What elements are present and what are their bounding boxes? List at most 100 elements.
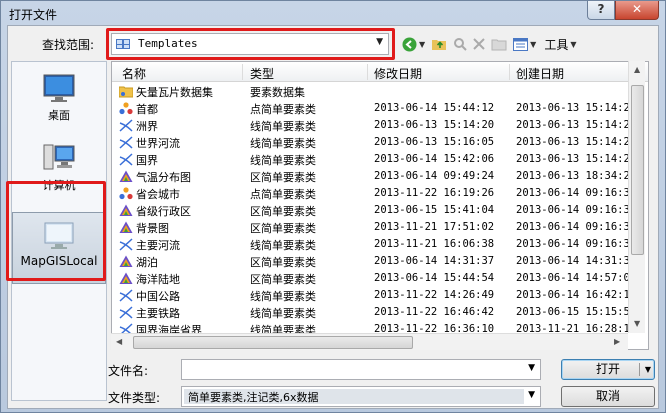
column-modified[interactable]: 修改日期 xyxy=(374,65,422,82)
help-button[interactable]: ? xyxy=(587,1,615,20)
row-type: 要素数据集 xyxy=(250,86,305,99)
table-row[interactable]: 湖泊 区简单要素类 2013-06-14 14:31:37 2013-06-14 14… xyxy=(112,253,648,270)
chevron-down-icon[interactable]: ▼ xyxy=(645,360,651,379)
table-row[interactable]: 主要河流 线简单要素类 2013-11-21 16:06:38 2013-06-14 … xyxy=(112,236,648,253)
vertical-scrollbar[interactable]: ▲ ▼ xyxy=(628,61,645,333)
row-modified: 2013-11-22 14:26:49 xyxy=(374,289,495,301)
split-divider xyxy=(639,363,640,376)
table-row[interactable]: 主要铁路 线简单要素类 2013-11-22 16:46:42 2013-06-15 … xyxy=(112,304,648,321)
row-type: 区简单要素类 xyxy=(250,222,316,235)
row-name: 世界河流 xyxy=(136,137,180,150)
desktop-icon xyxy=(43,74,75,102)
row-modified: 2013-06-13 15:14:20 xyxy=(374,119,495,131)
chevron-down-icon[interactable]: ▼ xyxy=(530,40,536,49)
lookin-label: 查找范围: xyxy=(42,38,95,52)
place-desktop[interactable]: 桌面 xyxy=(12,70,106,130)
row-type: 区简单要素类 xyxy=(250,273,316,286)
title-buttons: ? ✕ xyxy=(587,1,659,20)
row-modified: 2013-11-21 16:06:38 xyxy=(374,238,495,250)
chevron-down-icon[interactable]: ▼ xyxy=(528,390,535,400)
back-button[interactable]: ▼ xyxy=(402,37,425,52)
row-modified: 2013-06-15 15:41:04 xyxy=(374,204,495,216)
row-name: 海洋陆地 xyxy=(136,273,180,286)
up-folder-icon xyxy=(432,40,447,50)
row-created: 2013-06-14 09:16:36 xyxy=(516,221,637,233)
scroll-thumb[interactable] xyxy=(133,336,413,349)
place-label: 桌面 xyxy=(48,109,70,122)
table-row[interactable]: 矢量瓦片数据集 要素数据集 xyxy=(112,83,648,100)
row-created: 2013-06-13 15:14:20 xyxy=(516,136,637,148)
scroll-up-icon[interactable]: ▲ xyxy=(634,65,640,74)
view-list-icon xyxy=(513,37,529,51)
row-type: 点简单要素类 xyxy=(250,188,316,201)
table-row[interactable]: 背景图 区简单要素类 2013-11-21 17:51:02 2013-06-14 0… xyxy=(112,219,648,236)
view-menu-button[interactable]: ▼ xyxy=(513,37,536,51)
computer-icon xyxy=(43,144,75,170)
column-separator[interactable] xyxy=(242,64,243,80)
row-type: 线简单要素类 xyxy=(250,239,316,252)
table-row[interactable]: 省会城市 点简单要素类 2013-11-22 16:19:26 2013-06-14 … xyxy=(112,185,648,202)
column-separator[interactable] xyxy=(367,64,368,80)
row-name: 主要河流 xyxy=(136,239,180,252)
scroll-right-icon[interactable]: ▶ xyxy=(614,337,620,346)
row-modified: 2013-06-14 15:44:12 xyxy=(374,102,495,114)
scroll-down-icon[interactable]: ▼ xyxy=(634,319,640,328)
row-modified: 2013-11-22 16:19:26 xyxy=(374,187,495,199)
row-modified: 2013-11-22 16:46:42 xyxy=(374,306,495,318)
dialog-client: 查找范围: Templates ▼ ▼ ▼ 工具 ▼ 桌面 计算机 MapGIS… xyxy=(6,25,659,409)
new-folder-button[interactable] xyxy=(491,38,507,51)
table-row[interactable]: 洲界 线简单要素类 2013-06-13 15:14:20 2013-06-13 15… xyxy=(112,117,648,134)
file-list[interactable]: 名称 类型 修改日期 创建日期 矢量瓦片数据集 要素数据集 首都 点简单要素类 2013… xyxy=(111,61,649,350)
toolbar: ▼ ▼ 工具 ▼ xyxy=(402,34,582,54)
open-label: 打开 xyxy=(595,362,620,376)
horizontal-scrollbar[interactable]: ◀ ▶ xyxy=(111,333,628,350)
row-name: 主要铁路 xyxy=(136,307,180,320)
lookin-highlight xyxy=(106,28,395,60)
column-type[interactable]: 类型 xyxy=(250,65,274,82)
table-row[interactable]: 省级行政区 区简单要素类 2013-06-15 15:41:04 2013-06-14… xyxy=(112,202,648,219)
title-bar[interactable]: 打开文件 ? ✕ xyxy=(1,1,665,25)
row-type: 区简单要素类 xyxy=(250,171,316,184)
row-type: 线简单要素类 xyxy=(250,290,316,303)
filename-input[interactable]: ▼ xyxy=(181,359,541,380)
tools-label: 工具 xyxy=(544,37,569,52)
row-created: 2013-06-13 18:34:20 xyxy=(516,170,637,182)
table-row[interactable]: 世界河流 线简单要素类 2013-06-13 15:16:05 2013-06-13 … xyxy=(112,134,648,151)
row-created: 2013-06-13 15:14:20 xyxy=(516,119,637,131)
delete-icon xyxy=(473,38,485,50)
row-type: 区简单要素类 xyxy=(250,256,316,269)
table-row[interactable]: 气温分布图 区简单要素类 2013-06-14 09:49:24 2013-06-13… xyxy=(112,168,648,185)
cancel-button[interactable]: 取消 xyxy=(561,386,655,407)
table-row[interactable]: 中国公路 线简单要素类 2013-11-22 14:26:49 2013-06-14 … xyxy=(112,287,648,304)
row-created: 2013-06-13 15:14:20 xyxy=(516,102,637,114)
delete-button[interactable] xyxy=(473,38,485,50)
table-row[interactable]: 首都 点简单要素类 2013-06-14 15:44:12 2013-06-13 15… xyxy=(112,100,648,117)
tools-menu[interactable]: 工具 ▼ xyxy=(542,36,576,53)
up-folder-button[interactable] xyxy=(431,37,447,51)
scroll-left-icon[interactable]: ◀ xyxy=(116,337,122,346)
column-created[interactable]: 创建日期 xyxy=(516,65,564,82)
filename-label: 文件名: xyxy=(108,364,149,378)
chevron-down-icon[interactable]: ▼ xyxy=(570,40,576,49)
search-button[interactable] xyxy=(453,37,467,51)
row-type: 线简单要素类 xyxy=(250,154,316,167)
new-folder-icon xyxy=(491,39,507,50)
place-highlight xyxy=(6,181,106,281)
open-button[interactable]: 打开 ▼ xyxy=(561,359,655,380)
chevron-down-icon[interactable]: ▼ xyxy=(528,363,535,373)
chevron-down-icon[interactable]: ▼ xyxy=(419,40,425,49)
row-type: 线简单要素类 xyxy=(250,307,316,320)
table-row[interactable]: 国界 线简单要素类 2013-06-14 15:42:06 2013-06-13 15… xyxy=(112,151,648,168)
row-created: 2013-06-14 09:16:36 xyxy=(516,204,637,216)
table-row[interactable]: 海洋陆地 区简单要素类 2013-06-14 15:44:54 2013-06-14 … xyxy=(112,270,648,287)
column-name[interactable]: 名称 xyxy=(122,65,146,82)
row-created: 2013-06-14 09:16:37 xyxy=(516,238,637,250)
filetype-value: 简单要素类,注记类,6x数据 xyxy=(188,391,319,404)
filetype-select[interactable]: 简单要素类,注记类,6x数据 ▼ xyxy=(181,386,541,407)
row-name: 气温分布图 xyxy=(136,171,191,184)
close-button[interactable]: ✕ xyxy=(615,1,659,20)
scroll-thumb[interactable] xyxy=(631,85,644,255)
column-separator[interactable] xyxy=(509,64,510,80)
row-name: 矢量瓦片数据集 xyxy=(136,86,213,99)
row-name: 省级行政区 xyxy=(136,205,191,218)
